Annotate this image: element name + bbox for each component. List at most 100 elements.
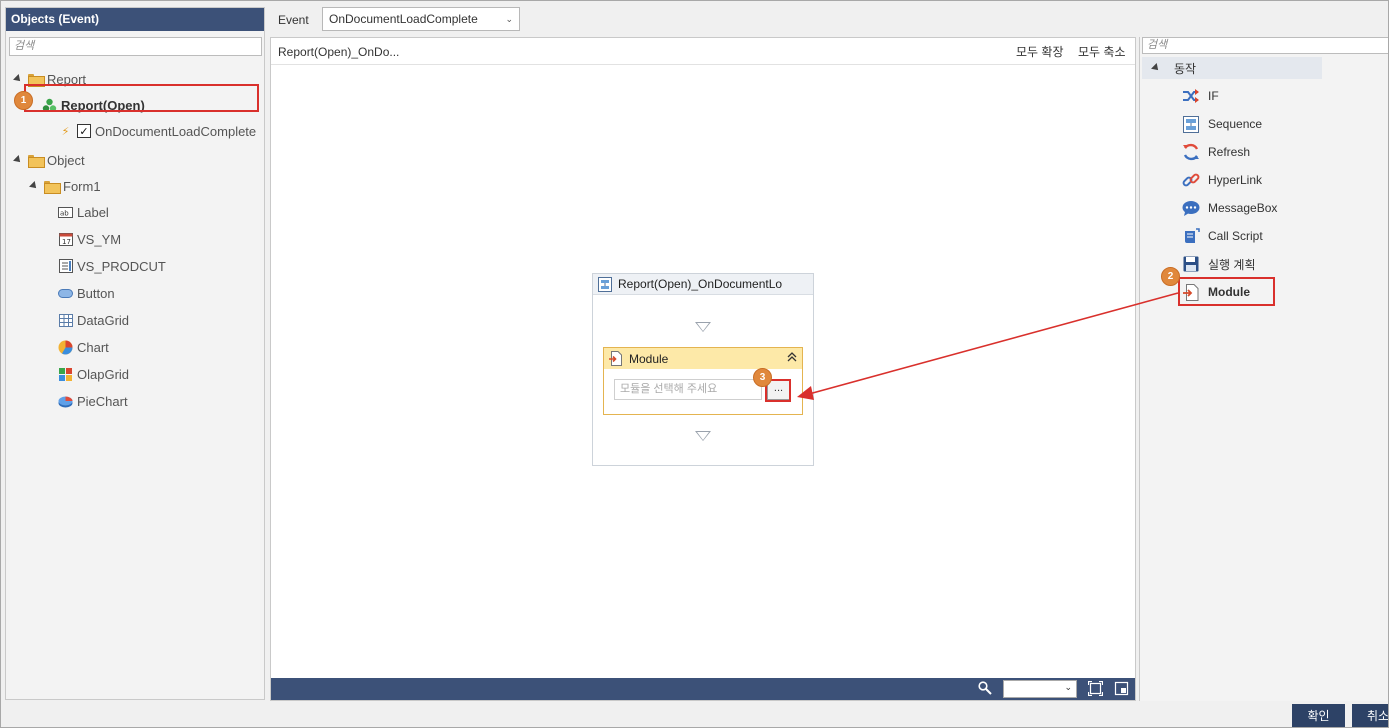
module-path-input[interactable]: 모듈을 선택해 주세요 — [614, 379, 762, 400]
expand-triangle-icon[interactable] — [29, 181, 39, 191]
folder-open-icon — [44, 180, 61, 194]
label-control-icon: ab — [58, 205, 73, 220]
toolbox-group-label: 동작 — [1174, 61, 1197, 76]
list-selector-icon — [58, 259, 73, 274]
step-badge-1: 1 — [14, 91, 33, 110]
event-select[interactable]: OnDocumentLoadComplete ⌄ — [322, 7, 520, 31]
tree-item-button[interactable]: Button — [58, 283, 115, 303]
tree-item-label: OlapGrid — [77, 366, 130, 382]
event-checkbox[interactable]: ✓ — [77, 124, 91, 138]
tree-item-label: PieChart — [77, 393, 128, 409]
step-badge-2: 2 — [1161, 267, 1180, 286]
module-activity-header: Module — [604, 348, 802, 369]
tree-item-olapgrid[interactable]: OlapGrid — [58, 364, 129, 384]
module-icon — [608, 351, 623, 366]
expand-triangle-icon[interactable] — [13, 155, 23, 165]
collapse-all-button[interactable]: 모두 축소 — [1078, 43, 1126, 60]
olap-cube-icon — [58, 367, 73, 382]
save-disk-icon — [1182, 255, 1200, 273]
cancel-button[interactable]: 취소 — [1352, 704, 1388, 727]
tree-item-event[interactable]: ⚡ ✓ OnDocumentLoadComplete — [58, 121, 257, 141]
script-icon — [1182, 227, 1200, 245]
toolbox-item-label: Refresh — [1208, 145, 1251, 159]
tree-item-label: VS_YM — [77, 231, 122, 247]
folder-open-icon — [28, 154, 45, 168]
toolbox-item-label: IF — [1208, 89, 1219, 103]
tree-item-piechart[interactable]: PieChart — [58, 391, 128, 411]
expand-triangle-icon[interactable] — [1151, 63, 1161, 73]
lightning-icon: ⚡ — [61, 125, 70, 138]
refresh-icon — [1182, 143, 1200, 161]
tree-item-datagrid[interactable]: DataGrid — [58, 310, 129, 330]
tree-item-object[interactable]: Object — [13, 150, 85, 170]
zoom-search-icon[interactable] — [978, 681, 992, 698]
expand-all-button[interactable]: 모두 확장 — [1016, 43, 1064, 60]
event-label: Event — [278, 13, 309, 27]
toolbox-item-if[interactable]: IF — [1182, 85, 1219, 107]
folder-open-icon — [28, 73, 45, 87]
step-badge-3: 3 — [753, 368, 772, 387]
toolbox-item-label: MessageBox — [1208, 201, 1278, 215]
module-item-highlight — [1178, 277, 1275, 306]
toolbox-search-input[interactable]: 검색 — [1142, 37, 1388, 54]
tree-item-label: Chart — [77, 339, 109, 355]
calendar-icon: 17 — [58, 232, 73, 247]
report-open-highlight — [24, 84, 259, 112]
flow-card-header: Report(Open)_OnDocumentLo — [593, 274, 813, 295]
toolbox-item-label: 실행 계획 — [1208, 257, 1256, 272]
chevron-down-icon: ⌄ — [1064, 682, 1072, 692]
button-control-icon — [58, 286, 73, 301]
toolbox-item-label: Sequence — [1208, 117, 1263, 131]
tree-item-label: OnDocumentLoadComplete — [95, 123, 257, 139]
module-activity-title: Module — [629, 351, 669, 366]
pie-chart-icon — [58, 394, 73, 409]
tree-item-vs-prodcut[interactable]: VS_PRODCUT — [58, 256, 166, 276]
objects-panel-title: Objects (Event) — [6, 8, 264, 31]
zoom-select[interactable]: ⌄ — [1003, 680, 1077, 698]
if-branch-icon — [1182, 87, 1200, 105]
activity-toolbox: 검색 동작 IF Sequence Refresh HyperLink Mess… — [1139, 37, 1388, 701]
grid-icon — [58, 313, 73, 328]
flow-connector-bottom-icon — [695, 431, 711, 441]
tree-item-vs-ym[interactable]: 17 VS_YM — [58, 229, 121, 249]
ok-button[interactable]: 확인 — [1292, 704, 1345, 727]
toolbox-item-execution-plan[interactable]: 실행 계획 — [1182, 253, 1256, 275]
toolbox-item-label: Call Script — [1208, 229, 1263, 243]
tree-item-label: Label — [77, 204, 109, 220]
actual-size-icon[interactable] — [1114, 681, 1129, 699]
chat-bubble-icon — [1182, 199, 1200, 217]
collapse-chevron-icon[interactable] — [786, 351, 798, 366]
tree-item-label-control[interactable]: ab Label — [58, 202, 109, 222]
tree-item-chart[interactable]: Chart — [58, 337, 109, 357]
expand-triangle-icon[interactable] — [13, 74, 23, 84]
toolbox-item-hyperlink[interactable]: HyperLink — [1182, 169, 1262, 191]
tree-item-label: Button — [77, 285, 115, 301]
toolbox-item-messagebox[interactable]: MessageBox — [1182, 197, 1277, 219]
toolbox-item-label: HyperLink — [1208, 173, 1263, 187]
toolbox-group-actions[interactable]: 동작 — [1142, 57, 1322, 79]
toolbox-item-sequence[interactable]: Sequence — [1182, 113, 1262, 135]
fit-to-screen-icon[interactable] — [1087, 680, 1104, 699]
flow-sequence-card[interactable]: Report(Open)_OnDocumentLo Module 모듈을 선택해… — [592, 273, 814, 466]
objects-search-input[interactable]: 검색 — [9, 37, 262, 56]
flow-card-title: Report(Open)_OnDocumentLo — [618, 277, 783, 291]
svg-text:ab: ab — [60, 209, 69, 217]
tree-item-label: VS_PRODCUT — [77, 258, 166, 274]
chart-icon — [58, 340, 73, 355]
chevron-down-icon: ⌄ — [505, 14, 513, 24]
svg-text:17: 17 — [62, 238, 71, 246]
tree-item-form1[interactable]: Form1 — [29, 176, 101, 196]
tree-item-label: DataGrid — [77, 312, 130, 328]
toolbox-item-call-script[interactable]: Call Script — [1182, 225, 1263, 247]
event-select-value: OnDocumentLoadComplete — [329, 12, 478, 26]
event-editor-window: Objects (Event) 검색 Report Report(Open) ⚡… — [0, 0, 1389, 728]
flow-connector-top-icon — [695, 322, 711, 332]
canvas-status-bar: ⌄ — [271, 678, 1135, 700]
tree-item-label: Form1 — [63, 178, 101, 194]
toolbox-item-refresh[interactable]: Refresh — [1182, 141, 1250, 163]
sequence-icon — [597, 276, 612, 292]
sequence-icon — [1182, 115, 1200, 133]
link-icon — [1182, 171, 1200, 189]
canvas-toolbar: Report(Open)_OnDo... 모두 확장 모두 축소 — [271, 38, 1135, 65]
tree-item-label: Object — [47, 152, 85, 168]
